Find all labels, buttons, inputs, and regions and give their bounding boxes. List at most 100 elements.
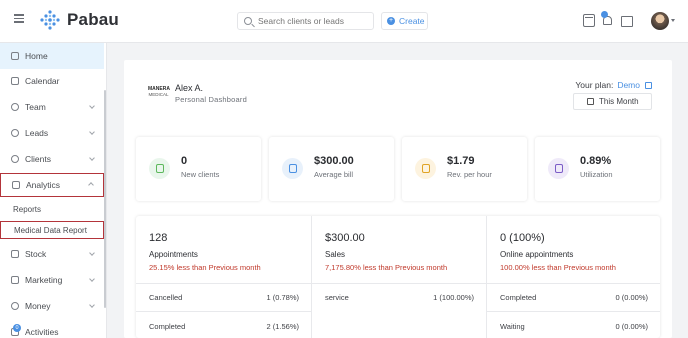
calendar-icon[interactable] — [583, 14, 595, 27]
stats-online-appointments: 0 (100%) Online appointments 100.00% les… — [486, 216, 660, 338]
sidebar-item-label: Leads — [25, 128, 49, 138]
logo-icon — [40, 10, 60, 30]
marketing-icon — [11, 276, 19, 284]
row-value: 0 (0.00%) — [615, 322, 648, 331]
sidebar-item-label: Team — [25, 102, 46, 112]
sidebar-item-label: Clients — [25, 154, 51, 164]
analytics-icon — [12, 181, 20, 189]
sidebar-item-analytics[interactable]: Analytics — [0, 173, 104, 197]
avatar[interactable] — [651, 12, 669, 30]
kpi-value: $300.00 — [314, 155, 354, 167]
calendar-icon — [587, 98, 594, 105]
leads-icon — [11, 129, 19, 137]
sidebar-item-leads[interactable]: Leads — [0, 120, 104, 146]
bell-icon[interactable] — [601, 11, 613, 27]
sidebar-item-stock[interactable]: Stock — [0, 241, 104, 267]
sidebar-item-team[interactable]: Team — [0, 94, 104, 120]
stats-panel: 128 Appointments 25.15% less than Previo… — [136, 216, 660, 338]
row-value: 1 (0.78%) — [266, 293, 299, 302]
period-selector[interactable]: This Month — [573, 93, 652, 110]
folder-icon[interactable] — [621, 16, 633, 27]
search-box[interactable] — [237, 12, 374, 30]
divider — [487, 283, 660, 284]
plus-icon: + — [387, 17, 395, 25]
sidebar-subitem-medical-data-report[interactable]: Medical Data Report — [0, 221, 104, 239]
kpi-card-revenue-per-hour[interactable]: $1.79 Rev. per hour — [402, 137, 527, 201]
stats-appointments: 128 Appointments 25.15% less than Previo… — [136, 216, 311, 338]
top-bar: Pabau + Create — [0, 0, 688, 43]
stat-title: Sales — [325, 250, 346, 259]
sidebar-item-activities[interactable]: 0 Activities — [0, 319, 104, 338]
row-value: 2 (1.56%) — [266, 322, 299, 331]
plan-label: Your plan: — [575, 80, 614, 90]
table-row: service 1 (100.00%) — [325, 293, 474, 305]
stat-title: Online appointments — [500, 250, 574, 259]
calendar-icon — [11, 77, 19, 85]
kpi-label: Average bill — [314, 170, 354, 179]
table-row: Cancelled 1 (0.78%) — [149, 293, 299, 305]
stat-comparison: 7,175.80% less than Previous month — [325, 263, 448, 272]
stat-title: Appointments — [149, 250, 198, 259]
create-button[interactable]: + Create — [381, 12, 428, 30]
sidebar-item-label: Money — [25, 301, 51, 311]
app-logo[interactable]: Pabau — [39, 9, 119, 31]
table-row: Completed 2 (1.56%) — [149, 322, 299, 334]
sidebar-item-money[interactable]: Money — [0, 293, 104, 319]
stat-comparison: 25.15% less than Previous month — [149, 263, 261, 272]
chevron-up-icon — [88, 182, 94, 188]
kpi-label: New clients — [181, 170, 220, 179]
sidebar-item-clients[interactable]: Clients — [0, 146, 104, 172]
kpi-card-utilization[interactable]: 0.89% Utilization — [535, 137, 660, 201]
app-name: Pabau — [67, 10, 120, 29]
clients-icon — [11, 155, 19, 163]
divider — [312, 283, 486, 284]
kpi-label: Rev. per hour — [447, 170, 492, 179]
sidebar-item-label: Activities — [25, 327, 59, 337]
dashboard-panel: MANERA MEDICAL Alex A. Personal Dashboar… — [124, 60, 672, 338]
money-icon — [11, 302, 19, 310]
stats-sales: $300.00 Sales 7,175.80% less than Previo… — [311, 216, 486, 338]
people-icon — [149, 158, 170, 179]
chevron-down-icon — [89, 129, 95, 135]
row-value: 0 (0.00%) — [615, 293, 648, 302]
kpi-card-average-bill[interactable]: $300.00 Average bill — [269, 137, 394, 201]
table-row: Waiting 0 (0.00%) — [500, 322, 648, 334]
row-label: Completed — [500, 293, 537, 302]
menu-icon[interactable] — [14, 14, 24, 23]
sidebar-scrollbar[interactable] — [104, 90, 106, 308]
divider — [136, 283, 311, 284]
sidebar-item-calendar[interactable]: Calendar — [0, 68, 104, 94]
sidebar-item-home[interactable]: Home — [0, 43, 104, 69]
create-label: Create — [399, 16, 425, 26]
row-label: Waiting — [500, 322, 525, 331]
row-label: service — [325, 293, 349, 302]
clinic-logo: MANERA MEDICAL — [148, 83, 170, 103]
stat-comparison: 100.00% less than Previous month — [500, 263, 616, 272]
sidebar-subitem-reports[interactable]: Reports — [0, 200, 104, 218]
chevron-down-icon — [89, 302, 95, 308]
user-name: Alex A. — [175, 83, 204, 93]
search-icon — [244, 17, 252, 25]
chevron-down-icon — [89, 103, 95, 109]
plan-link[interactable]: Demo — [617, 80, 640, 90]
external-link-icon[interactable] — [645, 81, 652, 89]
chevron-down-icon[interactable] — [671, 19, 675, 22]
kpi-label: Utilization — [580, 170, 613, 179]
kpi-card-new-clients[interactable]: 0 New clients — [136, 137, 261, 201]
team-icon — [11, 103, 19, 111]
row-label: Completed — [149, 322, 186, 331]
period-label: This Month — [599, 97, 639, 106]
sidebar-subitem-label: Medical Data Report — [14, 225, 87, 235]
sidebar-item-label: Marketing — [25, 275, 63, 285]
kpi-value: 0.89% — [580, 155, 612, 167]
notification-badge — [601, 11, 608, 18]
sidebar-item-marketing[interactable]: Marketing — [0, 267, 104, 293]
divider — [136, 311, 311, 312]
sidebar: Home Calendar Team Leads Clients Analyti… — [0, 43, 107, 338]
revenue-icon — [415, 158, 436, 179]
kpi-value: $1.79 — [447, 155, 475, 167]
divider — [487, 311, 660, 312]
stat-value: 128 — [149, 232, 168, 244]
row-label: Cancelled — [149, 293, 183, 302]
search-input[interactable] — [258, 16, 368, 26]
